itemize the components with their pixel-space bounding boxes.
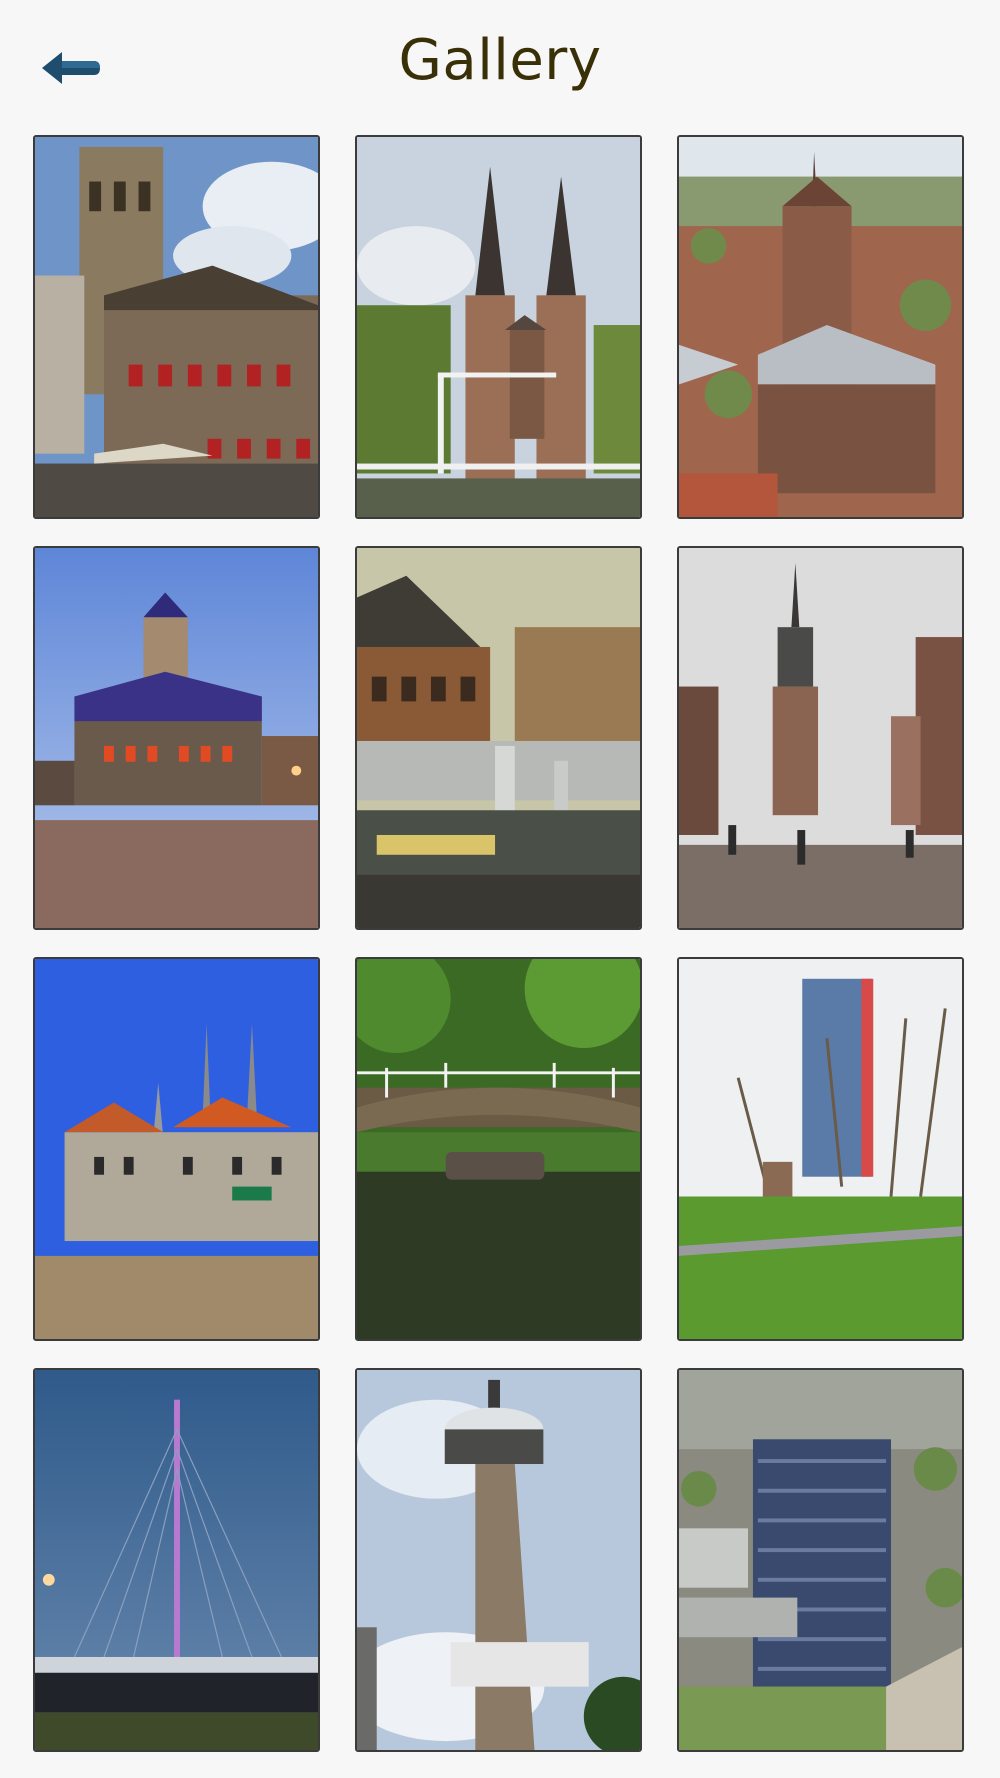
gallery-photo-town-hall-night[interactable] xyxy=(33,546,320,930)
gallery-photo-tower-building[interactable] xyxy=(33,135,320,519)
gallery-photo-industrial-canal[interactable] xyxy=(355,546,642,930)
gallery-photo-campus-aerial[interactable] xyxy=(677,1368,964,1752)
photo-campus-aerial xyxy=(679,1370,962,1750)
gallery-photo-observation-tower[interactable] xyxy=(355,1368,642,1752)
gallery-photo-church-aerial[interactable] xyxy=(677,135,964,519)
photo-industrial-canal xyxy=(357,548,640,928)
photo-observation-tower xyxy=(357,1370,640,1750)
photo-twin-tower-gate xyxy=(357,137,640,517)
photo-park-tower xyxy=(679,959,962,1339)
gallery-photo-canal-bridge[interactable] xyxy=(355,957,642,1341)
gallery-photo-church-street[interactable] xyxy=(677,546,964,930)
gallery-photo-twin-tower-gate[interactable] xyxy=(355,135,642,519)
gallery-photo-market-square[interactable] xyxy=(33,957,320,1341)
photo-church-street xyxy=(679,548,962,928)
photo-market-square xyxy=(35,959,318,1339)
gallery-photo-cable-bridge-dusk[interactable] xyxy=(33,1368,320,1752)
photo-canal-bridge xyxy=(357,959,640,1339)
photo-church-aerial xyxy=(679,137,962,517)
photo-tower-building xyxy=(35,137,318,517)
photo-cable-bridge-dusk xyxy=(35,1370,318,1750)
photo-grid xyxy=(0,0,1000,1778)
gallery-photo-park-tower[interactable] xyxy=(677,957,964,1341)
photo-town-hall-night xyxy=(35,548,318,928)
